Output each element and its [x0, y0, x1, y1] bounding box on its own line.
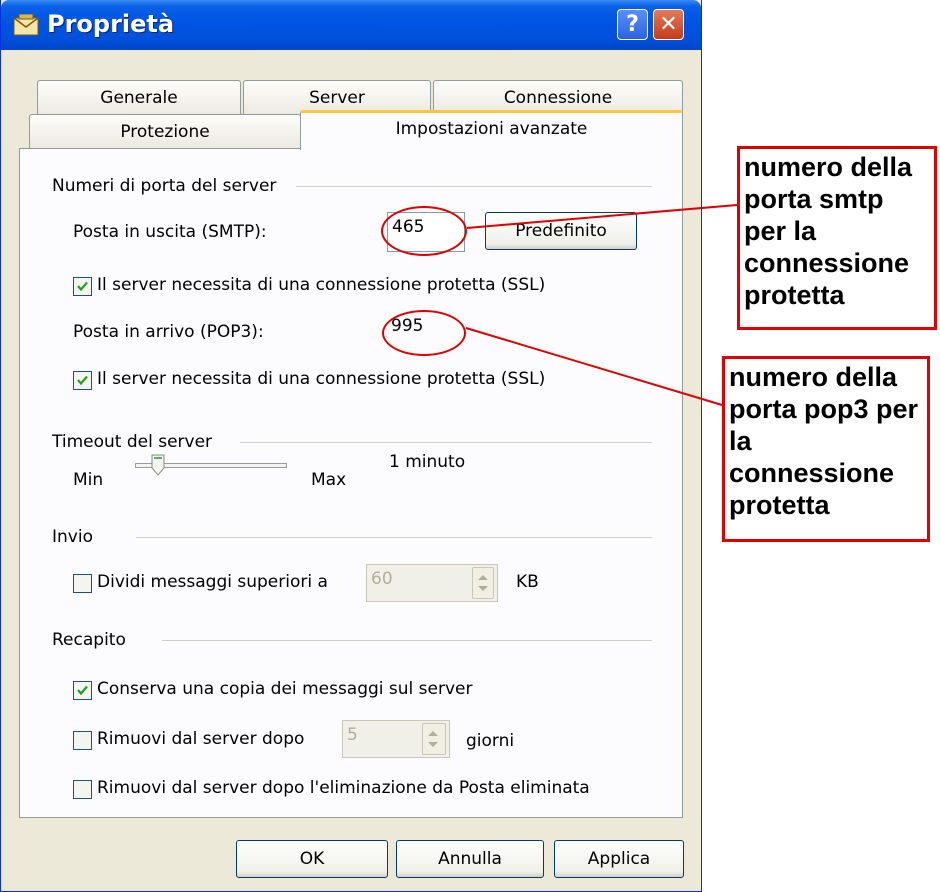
pop3-connector-line	[465, 327, 723, 406]
smtp-connector-line	[466, 204, 738, 229]
smtp-port-callout: numero della porta smtp per la connessio…	[737, 146, 937, 330]
pop3-port-callout: numero della porta pop3 per la connessio…	[722, 356, 930, 542]
